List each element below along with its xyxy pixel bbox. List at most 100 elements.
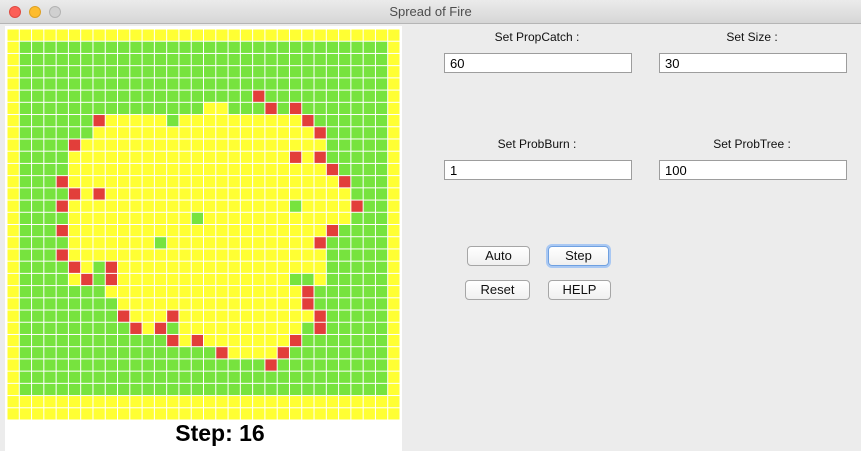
grid-cell-empty bbox=[204, 310, 216, 322]
grid-cell-tree bbox=[32, 78, 44, 90]
grid-cell-tree bbox=[32, 286, 44, 298]
grid-cell-tree bbox=[375, 334, 388, 347]
grid-cell-tree bbox=[314, 41, 326, 53]
grid-cell-empty bbox=[167, 212, 179, 224]
grid-cell-empty bbox=[118, 237, 130, 249]
grid-cell-tree bbox=[314, 53, 326, 66]
grid-cell-empty bbox=[253, 334, 265, 347]
grid-cell-tree bbox=[179, 78, 191, 90]
grid-cell-tree bbox=[375, 41, 388, 53]
grid-cell-tree bbox=[68, 322, 81, 334]
grid-cell-burning bbox=[118, 310, 130, 322]
grid-cell-tree bbox=[44, 383, 56, 396]
help-button[interactable]: HELP bbox=[548, 280, 611, 300]
prob-tree-input[interactable] bbox=[659, 160, 847, 180]
grid-cell-empty bbox=[154, 115, 167, 127]
grid-cell-tree bbox=[339, 41, 351, 53]
grid-cell-empty bbox=[240, 261, 253, 273]
grid-cell-empty bbox=[7, 102, 19, 115]
grid-cell-empty bbox=[44, 396, 56, 408]
grid-cell-tree bbox=[351, 225, 363, 237]
grid-cell-empty bbox=[240, 188, 253, 200]
grid-cell-burning bbox=[314, 310, 326, 322]
grid-cell-burning bbox=[56, 176, 68, 188]
grid-cell-tree bbox=[265, 53, 277, 66]
grid-cell-tree bbox=[351, 102, 363, 115]
fire-board-panel: Step: 16 bbox=[5, 26, 402, 451]
grid-cell-empty bbox=[228, 225, 240, 237]
grid-cell-tree bbox=[204, 78, 216, 90]
grid-cell-tree bbox=[154, 90, 167, 102]
grid-cell-tree bbox=[363, 322, 375, 334]
grid-cell-tree bbox=[56, 78, 68, 90]
grid-cell-tree bbox=[363, 310, 375, 322]
grid-cell-empty bbox=[326, 29, 339, 41]
grid-cell-tree bbox=[81, 41, 93, 53]
grid-cell-tree bbox=[118, 90, 130, 102]
grid-cell-tree bbox=[179, 383, 191, 396]
grid-cell-tree bbox=[351, 347, 363, 359]
grid-cell-empty bbox=[118, 212, 130, 224]
step-button[interactable]: Step bbox=[548, 246, 609, 266]
grid-cell-tree bbox=[204, 347, 216, 359]
grid-cell-tree bbox=[167, 90, 179, 102]
size-input[interactable] bbox=[659, 53, 847, 73]
grid-cell-tree bbox=[339, 383, 351, 396]
grid-cell-tree bbox=[277, 102, 289, 115]
auto-button[interactable]: Auto bbox=[467, 246, 530, 266]
grid-cell-empty bbox=[7, 225, 19, 237]
grid-cell-empty bbox=[216, 127, 228, 139]
grid-cell-tree bbox=[32, 90, 44, 102]
grid-cell-empty bbox=[118, 151, 130, 163]
grid-cell-tree bbox=[154, 66, 167, 78]
grid-cell-tree bbox=[326, 359, 339, 371]
grid-cell-burning bbox=[68, 261, 81, 273]
grid-cell-burning bbox=[265, 102, 277, 115]
grid-cell-tree bbox=[130, 371, 142, 383]
grid-cell-empty bbox=[339, 29, 351, 41]
grid-cell-tree bbox=[314, 66, 326, 78]
grid-cell-empty bbox=[19, 29, 32, 41]
prop-catch-input[interactable] bbox=[444, 53, 632, 73]
grid-cell-tree bbox=[19, 298, 32, 310]
grid-cell-empty bbox=[191, 151, 203, 163]
grid-cell-empty bbox=[204, 322, 216, 334]
reset-button[interactable]: Reset bbox=[465, 280, 530, 300]
grid-cell-empty bbox=[7, 383, 19, 396]
window-title: Spread of Fire bbox=[389, 4, 472, 19]
grid-cell-tree bbox=[142, 41, 154, 53]
grid-cell-tree bbox=[56, 90, 68, 102]
grid-cell-empty bbox=[130, 163, 142, 176]
grid-cell-empty bbox=[228, 127, 240, 139]
grid-cell-empty bbox=[228, 310, 240, 322]
grid-cell-tree bbox=[118, 371, 130, 383]
grid-cell-empty bbox=[93, 237, 105, 249]
grid-cell-tree bbox=[326, 139, 339, 151]
grid-cell-empty bbox=[228, 273, 240, 286]
grid-cell-empty bbox=[216, 396, 228, 408]
grid-cell-tree bbox=[118, 334, 130, 347]
grid-cell-tree bbox=[351, 371, 363, 383]
grid-cell-tree bbox=[44, 163, 56, 176]
grid-cell-tree bbox=[289, 78, 302, 90]
prob-burn-input[interactable] bbox=[444, 160, 632, 180]
grid-cell-tree bbox=[351, 261, 363, 273]
grid-cell-tree bbox=[44, 102, 56, 115]
grid-cell-empty bbox=[289, 261, 302, 273]
grid-cell-tree bbox=[32, 237, 44, 249]
grid-cell-empty bbox=[388, 176, 400, 188]
grid-cell-empty bbox=[68, 396, 81, 408]
grid-cell-empty bbox=[228, 249, 240, 261]
grid-cell-tree bbox=[19, 322, 32, 334]
grid-cell-tree bbox=[167, 115, 179, 127]
grid-cell-empty bbox=[191, 29, 203, 41]
grid-cell-tree bbox=[81, 359, 93, 371]
grid-cell-empty bbox=[130, 286, 142, 298]
grid-cell-empty bbox=[289, 298, 302, 310]
grid-cell-tree bbox=[32, 115, 44, 127]
grid-cell-tree bbox=[32, 273, 44, 286]
grid-cell-empty bbox=[81, 163, 93, 176]
grid-cell-burning bbox=[302, 115, 314, 127]
grid-cell-empty bbox=[105, 212, 118, 224]
grid-cell-empty bbox=[7, 90, 19, 102]
